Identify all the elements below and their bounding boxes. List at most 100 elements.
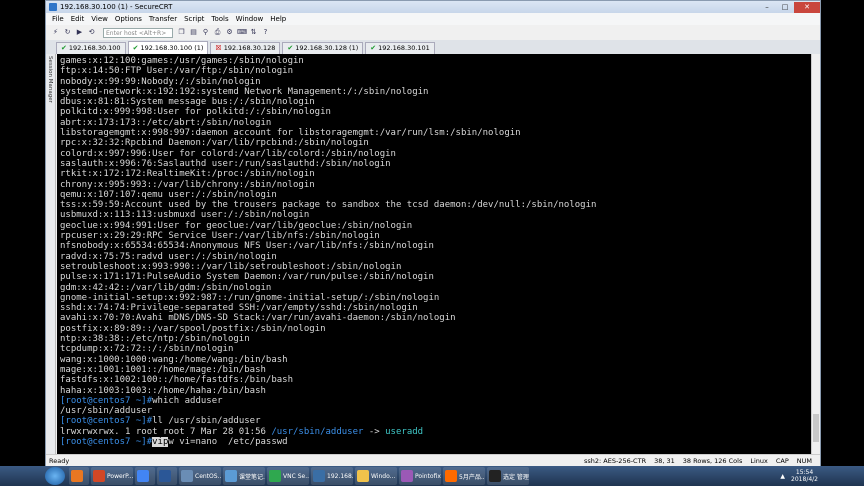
- app-icon: [137, 470, 149, 482]
- terminal-output-line: wang:x:1000:1000:wang:/home/wang:/bin/ba…: [60, 354, 288, 365]
- taskbar-app-button[interactable]: 192.168...: [311, 467, 353, 485]
- app-icon: [489, 470, 501, 482]
- menu-script[interactable]: Script: [184, 15, 204, 23]
- menu-transfer[interactable]: Transfer: [149, 15, 177, 23]
- tab-session-4[interactable]: ✔ 192.168.30.128 (1): [282, 42, 364, 54]
- app-icon: [93, 470, 105, 482]
- help-icon[interactable]: ?: [261, 28, 270, 37]
- taskbar-app-button[interactable]: Windo...: [355, 467, 397, 485]
- terminal-output-line: lrwxrwxrwx. 1 root root 7 Mar 28 01:56 /…: [60, 427, 813, 437]
- terminal-command-line: [root@centos7 ~]#ll /usr/sbin/adduser: [60, 416, 813, 426]
- taskbar-app-button[interactable]: Pointofix: [399, 467, 441, 485]
- menu-help[interactable]: Help: [270, 15, 286, 23]
- securecrt-window: 192.168.30.100 (1) - SecureCRT – □ ✕ Fil…: [45, 0, 821, 466]
- terminal-output[interactable]: games:x:12:100:games:/usr/games:/sbin/no…: [57, 54, 813, 454]
- menu-view[interactable]: View: [91, 15, 108, 23]
- menu-file[interactable]: File: [52, 15, 64, 23]
- find-icon[interactable]: ⚲: [201, 28, 210, 37]
- maximize-button[interactable]: □: [776, 2, 794, 13]
- tab-session-2[interactable]: ✔ 192.168.30.100 (1): [127, 41, 209, 54]
- taskbar-app-button[interactable]: VNC Se...: [267, 467, 309, 485]
- terminal-output-line: haha:x:1003:1003::/home/haha:/bin/bash: [60, 385, 266, 396]
- taskbar-app-label: 选定 管理...: [503, 473, 529, 481]
- start-button[interactable]: [45, 467, 65, 485]
- terminal-output-line: pulse:x:171:171:PulseAudio System Daemon…: [60, 272, 434, 283]
- tab-session-3[interactable]: ☒ 192.168.30.128: [210, 42, 281, 54]
- quick-connect-icon[interactable]: ↻: [63, 28, 72, 37]
- taskbar-app-button[interactable]: [135, 467, 155, 485]
- keymap-icon[interactable]: ⌨: [237, 28, 247, 37]
- symlink-path: /usr/sbin/adduser: [271, 426, 364, 437]
- ls-prefix: lrwxrwxrwx. 1 root root 7 Mar 28 01:56: [60, 426, 272, 437]
- copy-icon[interactable]: ❐: [177, 28, 186, 37]
- menu-edit[interactable]: Edit: [71, 15, 85, 23]
- paste-icon[interactable]: ▤: [189, 28, 198, 37]
- terminal-input-line[interactable]: [root@centos7 ~]#vipw vi=nano /etc/passw…: [60, 436, 813, 447]
- terminal-output-line: setroubleshoot:x:993:990::/var/lib/setro…: [60, 261, 402, 272]
- terminal-output-line: colord:x:997:996:User for colord:/var/li…: [60, 148, 396, 159]
- network-icon[interactable]: ▲: [780, 473, 785, 480]
- windows-taskbar: PowerP... CentOS... 课堂笔记... VNC Se... 192.16…: [0, 466, 864, 486]
- terminal-output-line: abrt:x:173:173::/etc/abrt:/sbin/nologin: [60, 117, 272, 128]
- taskbar-app-label: 192.168...: [327, 472, 353, 480]
- app-icon: [445, 470, 457, 482]
- session-manager-panel[interactable]: Session Manager: [46, 54, 56, 454]
- tab-session-1[interactable]: ✔ 192.168.30.100: [56, 42, 126, 54]
- terminal-output-line: rpc:x:32:32:Rpcbind Daemon:/var/lib/rpcb…: [60, 138, 369, 149]
- terminal-output-line: avahi:x:70:70:Avahi mDNS/DNS-SD Stack:/v…: [60, 313, 456, 324]
- terminal-output-line: sshd:x:74:74:Privilege-separated SSH:/va…: [60, 303, 418, 314]
- taskbar-app-label: 5月产品...: [459, 473, 485, 481]
- terminal-output-line: fastdfs:x:1002:100::/home/fastdfs:/bin/b…: [60, 375, 293, 386]
- taskbar-app-button[interactable]: [157, 467, 177, 485]
- host-input[interactable]: Enter host <Alt+R>: [103, 27, 173, 38]
- taskbar-app-button[interactable]: 5月产品...: [443, 467, 485, 485]
- taskbar-app-label: 课堂笔记...: [239, 473, 265, 481]
- selected-text[interactable]: vip: [152, 436, 169, 447]
- clock-time: 15:54: [795, 469, 814, 476]
- terminal-output-line: polkitd:x:999:998:User for polkitd:/:/sb…: [60, 107, 331, 118]
- reconnect-icon[interactable]: ⟲: [87, 28, 96, 37]
- menu-options[interactable]: Options: [115, 15, 142, 23]
- terminal-output-line: dbus:x:81:81:System message bus:/:/sbin/…: [60, 97, 315, 108]
- terminal-output-line: chrony:x:995:993::/var/lib/chrony:/sbin/…: [60, 179, 315, 190]
- print-icon[interactable]: ⎙: [213, 28, 222, 37]
- settings-icon[interactable]: ⚙: [225, 28, 234, 37]
- terminal-output-line: geoclue:x:994:991:User for geoclue:/var/…: [60, 220, 413, 231]
- connected-check-icon: ✔: [61, 44, 67, 52]
- terminal-output-line: ftp:x:14:50:FTP User:/var/ftp:/sbin/nolo…: [60, 66, 293, 77]
- terminal-output-line: saslauth:x:996:76:Saslauthd user:/run/sa…: [60, 158, 391, 169]
- app-icon: [181, 470, 193, 482]
- sftp-icon[interactable]: ⇅: [249, 28, 258, 37]
- connect-icon[interactable]: ⚡: [51, 28, 60, 37]
- terminal-scrollbar[interactable]: [811, 54, 820, 454]
- minimize-button[interactable]: –: [758, 2, 776, 13]
- window-title: 192.168.30.100 (1) - SecureCRT: [60, 3, 173, 11]
- connected-check-icon: ✔: [132, 43, 139, 52]
- connect-tab-icon[interactable]: ▶: [75, 28, 84, 37]
- terminal-output-line: rtkit:x:172:172:RealtimeKit:/proc:/sbin/…: [60, 169, 315, 180]
- terminal-output-line: tss:x:59:59:Account used by the trousers…: [60, 200, 597, 211]
- command-text: which adduser: [152, 395, 223, 406]
- close-button[interactable]: ✕: [794, 1, 820, 13]
- taskbar-app-button[interactable]: [69, 467, 89, 485]
- status-cursor-pos: 38, 31: [654, 456, 675, 465]
- menu-tools[interactable]: Tools: [211, 15, 228, 23]
- scrollbar-thumb[interactable]: [813, 414, 819, 442]
- terminal-output-line: nfsnobody:x:65534:65534:Anonymous NFS Us…: [60, 241, 434, 252]
- taskbar-app-button[interactable]: PowerP...: [91, 467, 133, 485]
- taskbar-app-label: CentOS...: [195, 472, 221, 480]
- terminal-output-line: mage:x:1001:1001::/home/mage:/bin/bash: [60, 364, 266, 375]
- terminal-output-line: qemu:x:107:107:qemu user:/:/sbin/nologin: [60, 189, 277, 200]
- terminal-output-line: gnome-initial-setup:x:992:987::/run/gnom…: [60, 292, 440, 303]
- menu-window[interactable]: Window: [236, 15, 264, 23]
- taskbar-app-button[interactable]: CentOS...: [179, 467, 221, 485]
- taskbar-app-button[interactable]: 选定 管理...: [487, 467, 529, 485]
- letterbox-right: [819, 0, 864, 466]
- clock[interactable]: 15:54 2018/4/2: [791, 469, 818, 483]
- taskbar-app-button[interactable]: 课堂笔记...: [223, 467, 265, 485]
- menu-bar: File Edit View Options Transfer Script T…: [46, 13, 820, 25]
- command-text: ll /usr/sbin/adduser: [152, 416, 261, 427]
- app-icon: [49, 3, 57, 11]
- disconnected-icon: ☒: [215, 44, 222, 52]
- tab-session-5[interactable]: ✔ 192.168.30.101: [365, 42, 435, 54]
